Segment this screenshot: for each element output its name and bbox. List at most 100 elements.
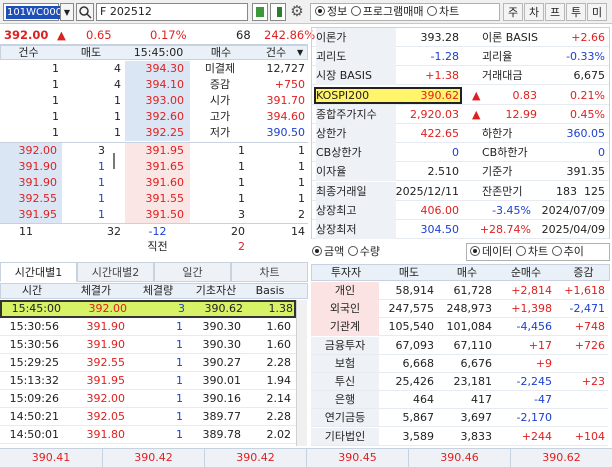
inv-h-net: 순매수 xyxy=(510,266,542,279)
info-row: 상장최저 304.50 +28.74% 2025/04/09 xyxy=(312,220,609,239)
info-row: 이자율 2.510 기준가 391.35 xyxy=(312,162,609,181)
code-dropdown-icon[interactable]: ▼ xyxy=(60,3,74,21)
ob-prev-qty: 1 xyxy=(98,192,105,205)
ob-stat-label: 저가 xyxy=(209,126,231,139)
ticks-h-basis: Basis xyxy=(255,284,285,297)
radio-chart[interactable]: 차트 xyxy=(426,5,460,18)
save-icon[interactable] xyxy=(252,3,268,21)
ob-scroll-down-icon[interactable]: ▼ xyxy=(297,46,303,59)
info-value: 422.65 xyxy=(420,127,460,140)
btn-chart[interactable]: 차 xyxy=(524,3,544,21)
tick-underlying: 389.78 xyxy=(202,428,242,441)
inv-row[interactable]: 연기금등 5,867 3,697 -2,170 xyxy=(311,409,608,427)
radio-chart-label: 차트 xyxy=(438,5,460,18)
radio-info-dot xyxy=(315,6,325,16)
inv-net: +2,814 xyxy=(511,284,552,297)
left-tabbar: 시간대별1 시간대별2 일간 차트 xyxy=(0,262,308,282)
info-value: 2025/12/11 xyxy=(395,185,459,198)
inv-row[interactable]: 기관계 105,540 101,084 -4,456 +748 xyxy=(311,318,608,336)
info-label: 상장최고 xyxy=(316,201,396,220)
ob-ask-count: 1 xyxy=(52,94,59,107)
info-label: 이론가 xyxy=(316,28,396,47)
tick-underlying: 390.16 xyxy=(202,392,242,405)
inv-row[interactable]: 은행 464 417 -47 xyxy=(311,391,608,409)
ob-bid-row[interactable]: 391.90 1 391.60 1 1 xyxy=(0,175,308,191)
ob-header: 건수 매도 15:45:00 매수 건수 ▼ xyxy=(0,45,308,60)
tick-row[interactable]: 14:50:21 392.05 1 389.77 2.28 xyxy=(0,408,296,426)
radio-quantity[interactable]: 수량 xyxy=(347,245,380,258)
radio-info[interactable]: 정보 xyxy=(315,5,347,18)
btn-stock[interactable]: 주 xyxy=(503,3,523,21)
ob-ask-qty: 1 xyxy=(114,94,121,107)
btn-program[interactable]: 프 xyxy=(545,3,565,21)
search-icon[interactable] xyxy=(76,3,94,21)
tick-time: 15:09:26 xyxy=(9,392,59,405)
inv-buy: 101,084 xyxy=(446,320,493,333)
info-pct: 0.45% xyxy=(570,108,605,121)
btn-investor[interactable]: 투 xyxy=(566,3,586,21)
code-field[interactable]: 101WC000 xyxy=(3,3,64,21)
inv-h-sell: 매도 xyxy=(398,266,420,279)
radio-info-label: 정보 xyxy=(327,5,348,18)
ob-bid-row[interactable]: 391.90 1 391.65 1 1 xyxy=(0,159,308,175)
ob-bid-count: 1 xyxy=(298,144,305,157)
ob-ask-row[interactable]: 1 1 393.00 시가 391.70 xyxy=(0,93,308,109)
ob-bid-row[interactable]: 391.95 1 391.50 3 2 xyxy=(0,207,308,223)
bottom-val: 390.62 xyxy=(510,449,612,467)
ticks-table: 시간 체결가 체결량 기초자산 Basis 15:45:00 392.00 3 390… xyxy=(0,283,308,446)
ob-bid-row[interactable]: 392.55 1 391.55 1 1 xyxy=(0,191,308,207)
tab-time2[interactable]: 시간대별2 xyxy=(77,262,154,282)
tick-time: 15:45:00 xyxy=(11,302,61,315)
radio-inv-chart[interactable]: 차트 xyxy=(515,245,548,258)
info-pct: 0.21% xyxy=(570,89,605,102)
radio-amount[interactable]: 금액 xyxy=(312,245,344,258)
gear-icon[interactable]: ⚙ xyxy=(288,3,306,21)
inv-net: -47 xyxy=(534,393,552,406)
tab-daily[interactable]: 일간 xyxy=(154,262,231,282)
tick-row[interactable]: 15:30:56 391.90 1 390.30 1.60 xyxy=(0,336,296,354)
tick-qty: 1 xyxy=(176,428,183,441)
ob-ask-price: 392.25 xyxy=(145,126,185,139)
ob-ask-row[interactable]: 1 4 394.30 미결제 12,727 xyxy=(0,61,308,77)
inv-row[interactable]: 투신 25,426 23,181 -2,245 +23 xyxy=(311,373,608,391)
info-row: 종합주가지수 2,920.03 ▲ 12.99 0.45% xyxy=(312,105,609,124)
tick-row[interactable]: 15:30:56 391.90 1 390.30 1.60 xyxy=(0,318,296,336)
contract-field[interactable]: F 202512 xyxy=(96,3,248,21)
bottom-val: 390.42 xyxy=(102,449,204,467)
inv-row[interactable]: 기타법인 3,589 3,833 +244 +104 xyxy=(311,428,608,446)
load-icon[interactable] xyxy=(270,3,286,21)
ob-ask-row[interactable]: 1 4 394.10 증감 +750 xyxy=(0,77,308,93)
tick-row[interactable]: 15:13:32 391.95 1 390.01 1.94 xyxy=(0,372,296,390)
info-value: 393.28 xyxy=(420,31,460,44)
tick-row[interactable]: 15:09:26 392.00 1 390.16 2.14 xyxy=(0,390,296,408)
tick-row[interactable]: 15:29:25 392.55 1 390.27 2.28 xyxy=(0,354,296,372)
inv-row[interactable]: 금융투자 67,093 67,110 +17 +726 xyxy=(311,337,608,355)
tab-time1[interactable]: 시간대별1 xyxy=(0,262,77,282)
inv-row[interactable]: 보험 6,668 6,676 +9 xyxy=(311,355,608,373)
ob-prev-label: 직전 xyxy=(147,240,168,253)
ob-ask-row[interactable]: 1 1 392.60 고가 394.60 xyxy=(0,109,308,125)
tick-basis: 2.28 xyxy=(266,410,292,423)
btn-open-interest[interactable]: 미 xyxy=(587,3,607,21)
inv-row[interactable]: 개인 58,914 61,728 +2,814 +1,618 xyxy=(311,282,608,300)
radio-trend[interactable]: 추이 xyxy=(551,245,584,258)
tab-chart[interactable]: 차트 xyxy=(231,262,308,282)
tick-time: 15:13:32 xyxy=(9,374,59,387)
radio-program[interactable]: 프로그램매매 xyxy=(350,5,423,18)
ticks-scrollbar[interactable] xyxy=(296,300,307,446)
view-radio-group: 정보 프로그램매매 차트 xyxy=(310,3,500,21)
ob-bid-row[interactable]: 392.00 3 391.95 1 1 xyxy=(0,143,308,159)
inv-net: +244 xyxy=(521,430,552,443)
tick-basis: 2.02 xyxy=(266,428,292,441)
ob-ask-count: 1 xyxy=(52,78,59,91)
inv-sell: 105,540 xyxy=(388,320,435,333)
inv-buy: 417 xyxy=(471,393,492,406)
tick-row[interactable]: 14:50:01 391.80 1 389.78 2.02 xyxy=(0,426,296,444)
radio-data[interactable]: 데이터 xyxy=(470,245,512,258)
bottom-val: 390.41 xyxy=(31,451,71,464)
tick-price: 392.05 xyxy=(86,410,126,423)
ob-bid-qty: 1 xyxy=(238,144,245,157)
ob-ask-row[interactable]: 1 1 392.25 저가 390.50 xyxy=(0,125,308,141)
inv-row[interactable]: 외국인 247,575 248,973 +1,398 -2,471 xyxy=(311,300,608,318)
tick-row[interactable]: 15:45:00 392.00 3 390.62 1.38 xyxy=(0,300,296,318)
